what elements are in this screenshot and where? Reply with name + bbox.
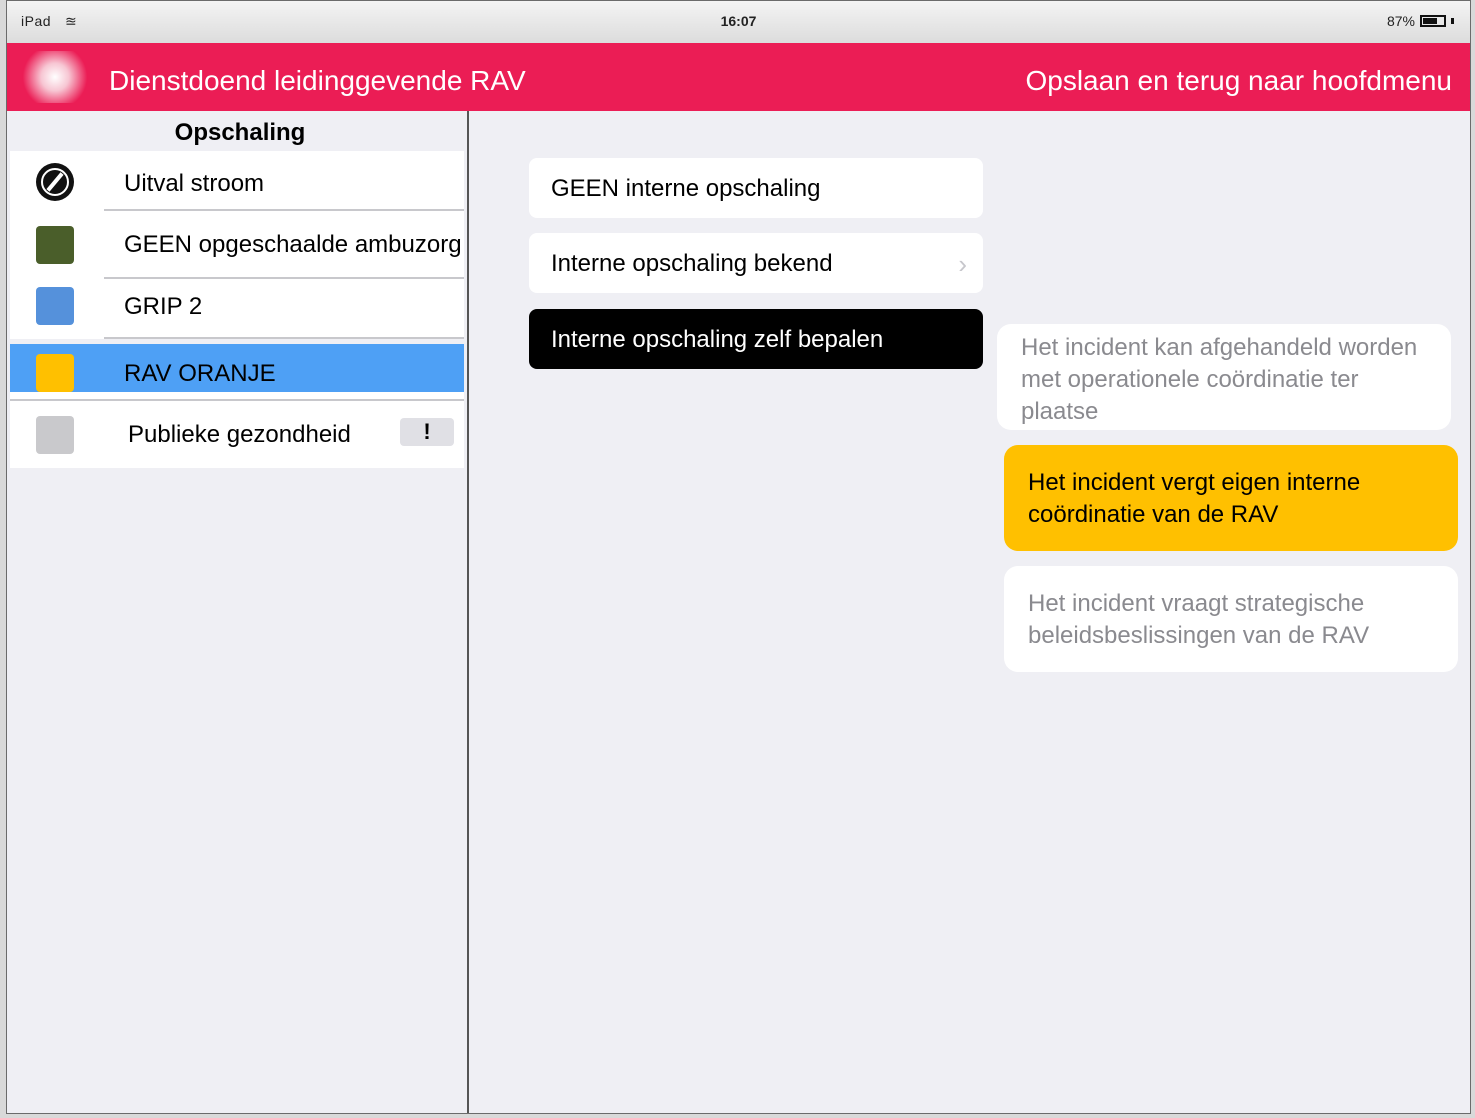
- list-item-label: Publieke gezondheid: [128, 421, 351, 448]
- compass-icon: [36, 163, 74, 201]
- list-item-grip-2[interactable]: GRIP 2: [10, 279, 464, 339]
- clock: 16:07: [720, 13, 757, 29]
- alert-badge[interactable]: !: [400, 418, 454, 446]
- option-label: Interne opschaling bekend: [551, 250, 833, 277]
- save-and-back-button[interactable]: Opslaan en terug naar hoofdmenu: [1025, 65, 1452, 97]
- chevron-right-icon: ›: [958, 249, 967, 279]
- color-swatch-green: [36, 226, 74, 264]
- sidebar-title: Opschaling: [174, 119, 306, 146]
- list-item-publieke-gezondheid[interactable]: Publieke gezondheid !: [10, 399, 464, 468]
- app-logo-icon: [17, 51, 93, 103]
- separator: [104, 337, 464, 339]
- card-text: Het incident vraagt strategische beleids…: [1028, 590, 1370, 649]
- option-label: GEEN interne opschaling: [551, 175, 821, 202]
- battery-percent: 87%: [1386, 13, 1415, 29]
- battery-tip: [1451, 18, 1454, 24]
- opschaling-list: Uitval stroom GEEN opgeschaalde ambuzorg…: [10, 151, 464, 468]
- page-title: Dienstdoend leidinggevende RAV: [109, 65, 526, 96]
- color-swatch-gray: [36, 416, 74, 454]
- list-item-rav-oranje[interactable]: RAV ORANJE: [10, 344, 464, 392]
- list-item-uitval-stroom[interactable]: Uitval stroom: [10, 151, 464, 211]
- list-item-label: GRIP 2: [124, 293, 203, 320]
- status-bar: iPad ≊ 16:07 87%: [7, 1, 1470, 43]
- ipad-screen: iPad ≊ 16:07 87% Dienstdoend leidinggeve…: [6, 0, 1471, 1114]
- battery-icon: [1420, 15, 1446, 27]
- battery-indicator: 87%: [1387, 13, 1454, 29]
- option-label: Interne opschaling zelf bepalen: [551, 326, 884, 353]
- card-text: Het incident kan afgehandeld worden met …: [1021, 334, 1418, 425]
- option-interne-opschaling-zelf-bepalen[interactable]: Interne opschaling zelf bepalen: [529, 309, 983, 369]
- option-interne-opschaling-bekend[interactable]: Interne opschaling bekend ›: [529, 233, 983, 293]
- card-text: Het incident vergt eigen interne coördin…: [1028, 469, 1361, 528]
- list-item-geen-opgeschaalde-ambuzorg[interactable]: GEEN opgeschaalde ambuzorg: [10, 211, 464, 279]
- app-header: Dienstdoend leidinggevende RAV Opslaan e…: [7, 43, 1470, 111]
- color-swatch-blue: [36, 287, 74, 325]
- column-divider: [467, 111, 469, 1113]
- card-interne-coordinatie[interactable]: Het incident vergt eigen interne coördin…: [1004, 445, 1458, 551]
- list-item-label: RAV ORANJE: [124, 360, 276, 387]
- color-swatch-orange: [36, 354, 74, 392]
- card-strategische-beleidsbeslissingen[interactable]: Het incident vraagt strategische beleids…: [1004, 566, 1458, 672]
- option-geen-interne-opschaling[interactable]: GEEN interne opschaling: [529, 158, 983, 218]
- list-item-label: GEEN opgeschaalde ambuzorg: [124, 231, 462, 258]
- card-operationele-coordinatie[interactable]: Het incident kan afgehandeld worden met …: [997, 324, 1451, 430]
- list-item-label: Uitval stroom: [124, 170, 265, 197]
